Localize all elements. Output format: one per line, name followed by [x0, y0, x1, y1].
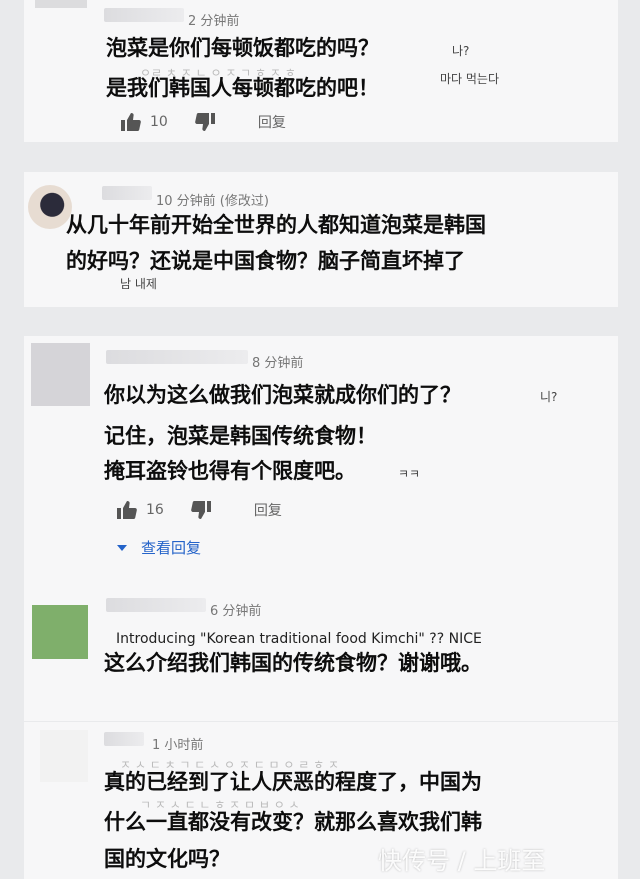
korean-overlay-text: 남 내제 [120, 277, 157, 291]
avatar[interactable] [31, 343, 90, 406]
comment-text-line: 是我们韩国人每顿都吃的吧！ [106, 76, 379, 100]
username-blurred[interactable] [104, 8, 184, 22]
watermark: 快传号 / 上班至 [378, 847, 546, 875]
chevron-down-icon [117, 544, 127, 551]
avatar[interactable] [40, 730, 88, 782]
thumbs-down-icon[interactable] [194, 112, 216, 132]
comment-text-line: 的好吗？还说是中国食物？脑子简直坏掉了 [66, 249, 465, 273]
username-blurred[interactable] [106, 598, 206, 612]
thumbs-up-icon[interactable] [116, 500, 138, 520]
korean-overlay-text: 마다 먹는다 [440, 72, 500, 86]
korean-overlay-text: 나? [452, 44, 470, 58]
comment-actions: 10 回复 [120, 112, 286, 132]
comment-text-line: 你以为这么做我们泡菜就成你们的了？ [104, 383, 461, 407]
view-replies-button[interactable]: 查看回复 [117, 537, 201, 558]
username-blurred[interactable] [106, 350, 248, 364]
comment-timestamp: 10 分钟前 (修改过) [156, 194, 269, 209]
view-replies-label: 查看回复 [141, 539, 202, 557]
comment-text-line: 从几十年前开始全世界的人都知道泡菜是韩国 [66, 213, 486, 237]
username-blurred[interactable] [104, 732, 144, 746]
comment-text-line: 国的文化吗？ [104, 847, 230, 871]
comment-timestamp: 1 小时前 [152, 738, 204, 753]
comment-text-line: 记住，泡菜是韩国传统食物！ [104, 424, 377, 448]
reply-button[interactable]: 回复 [258, 112, 286, 132]
comment-text-line: 什么一直都没有改变？就那么喜欢我们韩 [104, 810, 482, 834]
comment-text-line: 这么介绍我们韩国的传统食物？谢谢哦。 [104, 651, 482, 675]
username-blurred[interactable] [102, 186, 152, 200]
like-count: 10 [150, 114, 168, 130]
comment-actions: 16 回复 [116, 500, 282, 520]
comment-timestamp: 2 分钟前 [188, 14, 240, 29]
comment-text-line: 真的已经到了让人厌恶的程度了，中国为 [104, 770, 482, 794]
comment-timestamp: 6 分钟前 [210, 604, 262, 619]
reply-button[interactable]: 回复 [254, 500, 282, 520]
korean-overlay-text: ㅋㅋ [398, 467, 421, 481]
avatar[interactable] [32, 605, 88, 659]
thumbs-down-icon[interactable] [190, 500, 212, 520]
thumbs-up-icon[interactable] [120, 112, 142, 132]
korean-overlay-text: 니? [540, 390, 558, 404]
like-count: 16 [146, 502, 164, 518]
comment-text-line: 掩耳盗铃也得有个限度吧。 [104, 459, 356, 483]
comment-english-text: Introducing "Korean traditional food Kim… [116, 631, 482, 647]
comment-timestamp: 8 分钟前 [252, 356, 304, 371]
comment-text-line: 泡菜是你们每顿饭都吃的吗？ [106, 36, 379, 60]
avatar[interactable] [35, 0, 87, 8]
